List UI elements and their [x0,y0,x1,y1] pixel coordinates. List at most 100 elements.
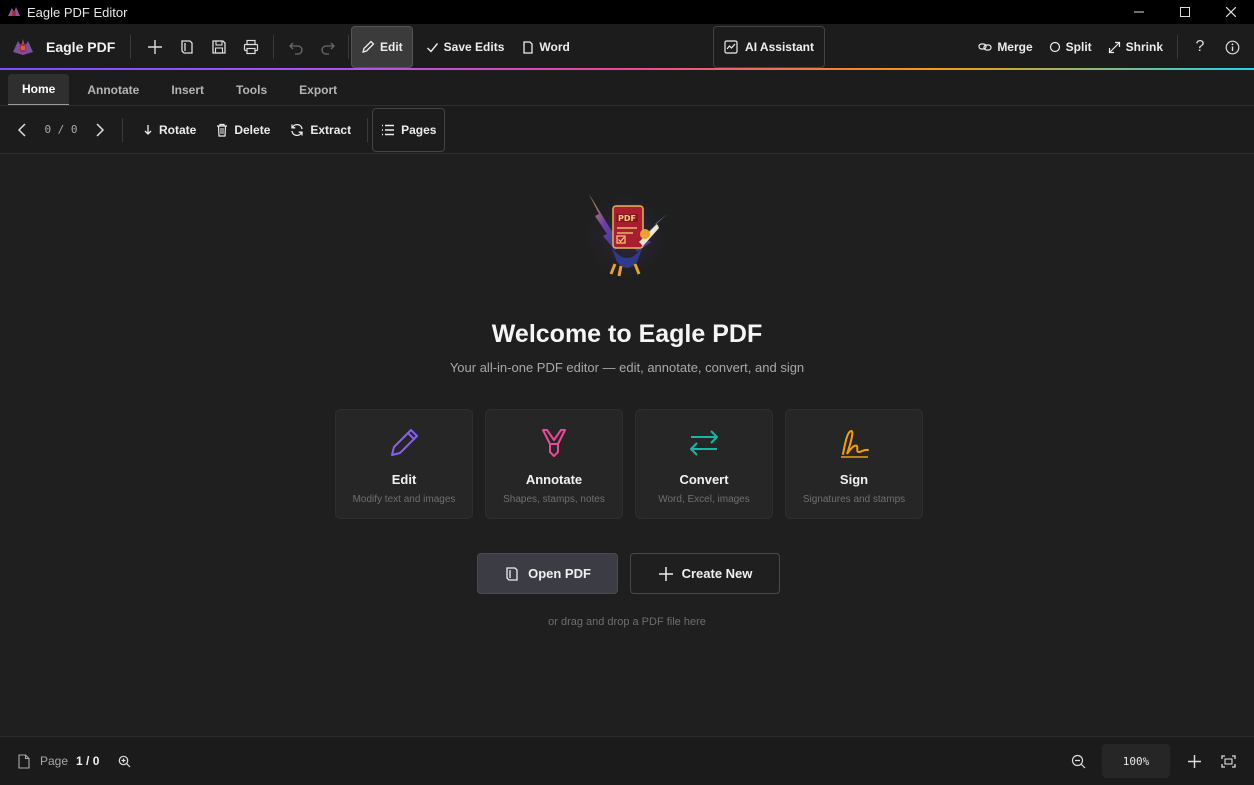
save-icon [212,40,226,54]
word-label: Word [539,40,570,54]
shrink-button[interactable]: Shrink [1100,31,1171,63]
trash-icon [217,123,228,137]
welcome-subtitle: Your all-in-one PDF editor — edit, annot… [449,360,805,375]
expand-arrows-icon [1108,41,1120,53]
title-bar: Eagle PDF Editor [0,0,1254,24]
feature-card-edit[interactable]: Edit Modify text and images [335,409,473,519]
rotate-button[interactable]: Rotate [133,114,206,146]
shrink-label: Shrink [1125,40,1163,54]
tab-tools[interactable]: Tools [218,74,285,106]
print-button[interactable] [235,31,267,63]
fit-page-button[interactable] [1214,747,1242,775]
minimize-icon [1134,11,1144,13]
pencil-icon [362,40,375,53]
pages-button[interactable]: Pages [372,107,446,152]
ai-assistant-button[interactable]: AI Assistant [713,26,825,68]
redo-icon [321,42,335,55]
tab-export[interactable]: Export [285,74,351,106]
tab-label: Export [299,83,338,97]
welcome-screen: PDF Welcome to Eagle PDF Your all-in-one… [0,154,1254,736]
close-button[interactable] [1208,0,1254,24]
swap-arrows-icon [690,430,718,456]
tab-label: Annotate [87,83,140,97]
toolbar-right-group: Merge Split Shrink ? [970,24,1254,70]
card-description: Shapes, stamps, notes [503,494,605,505]
toolbar-divider [130,35,131,59]
zoom-out-button[interactable] [1064,747,1092,775]
feature-card-convert[interactable]: Convert Word, Excel, images [635,409,773,519]
save-button[interactable] [203,31,235,63]
create-new-label: Create New [681,566,753,581]
pencil-icon [391,429,418,456]
page-label: Page [40,754,69,768]
highlighter-icon [542,429,566,457]
svg-text:PDF: PDF [618,214,636,223]
zoom-level[interactable]: 100% [1102,744,1170,778]
minimize-button[interactable] [1116,0,1162,24]
word-button[interactable]: Word [513,31,578,63]
welcome-title: Welcome to Eagle PDF [491,320,763,348]
close-icon [1226,7,1236,17]
feature-card-sign[interactable]: Sign Signatures and stamps [785,409,923,519]
card-title: Edit [391,472,417,487]
previous-page-button[interactable] [10,116,34,144]
card-title: Convert [679,472,729,487]
merge-label: Merge [997,40,1033,54]
chevron-left-icon [17,122,26,137]
zoom-out-icon [1071,754,1085,768]
plus-icon [658,566,673,581]
welcome-actions: Open PDF Create New [477,553,780,594]
card-description: Signatures and stamps [802,494,906,505]
save-edits-button[interactable]: Save Edits [417,31,514,63]
eagle-logo-icon [13,39,33,55]
tab-home[interactable]: Home [8,74,70,106]
drop-zone-hint: or drag and drop a PDF file here [548,616,706,628]
zoom-controls: 100% [1064,744,1242,778]
extract-button[interactable]: Extract [280,114,361,146]
open-file-button[interactable] [171,31,203,63]
edit-mode-label: Edit [380,40,403,54]
toolbar-divider [348,35,349,59]
page-icon [18,753,30,769]
tab-insert[interactable]: Insert [157,74,218,106]
info-icon [1225,40,1239,54]
save-edits-label: Save Edits [443,40,505,54]
help-button[interactable]: ? [1184,31,1216,63]
next-page-button[interactable] [88,116,112,144]
create-new-button[interactable]: Create New [630,553,780,594]
card-title: Annotate [525,472,583,487]
open-book-icon [506,566,518,581]
signature-icon [841,429,869,458]
window-title: Eagle PDF Editor [27,4,128,20]
maximize-button[interactable] [1162,0,1208,24]
toolbar-divider [122,117,123,142]
find-page-button[interactable] [113,747,135,775]
brand: Eagle PDF [12,36,128,58]
ribbon-tabs: Home Annotate Insert Tools Export [0,70,1254,106]
pages-label: Pages [401,122,437,137]
card-description: Modify text and images [352,494,456,505]
ai-assistant-label: AI Assistant [745,40,814,54]
toolbar-divider [1177,35,1178,59]
info-button[interactable] [1216,31,1248,63]
list-icon [382,124,395,135]
open-pdf-button[interactable]: Open PDF [477,553,618,594]
tab-label: Insert [171,83,205,97]
zoom-in-button[interactable] [1180,747,1208,775]
chevron-right-icon [96,122,105,137]
tab-label: Home [22,82,56,96]
main-toolbar: Eagle PDF Edit Save Edits Word AI Assist… [0,24,1254,70]
edit-mode-button[interactable]: Edit [351,26,413,68]
brand-name: Eagle PDF [46,39,116,55]
new-file-button[interactable] [139,31,171,63]
undo-button[interactable] [280,31,312,63]
split-button[interactable]: Split [1041,31,1100,63]
feature-card-annotate[interactable]: Annotate Shapes, stamps, notes [485,409,623,519]
redo-button[interactable] [312,31,344,63]
maximize-icon [1180,7,1190,17]
merge-button[interactable]: Merge [970,31,1040,63]
tab-annotate[interactable]: Annotate [69,74,157,106]
feature-cards: Edit Modify text and images Annotate Sha… [335,409,923,519]
delete-button[interactable]: Delete [206,114,280,146]
extract-label: Extract [310,122,352,137]
